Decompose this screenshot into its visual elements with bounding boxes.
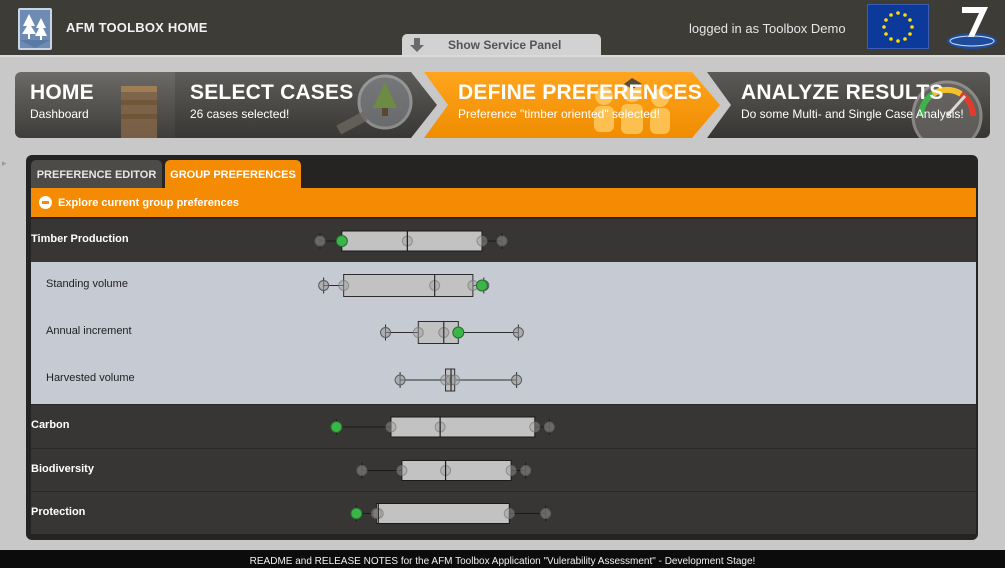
whisker-point	[496, 235, 508, 247]
boxplot-row[interactable]: Harvested volume	[31, 356, 976, 404]
whisker-point	[540, 508, 552, 519]
group-preferences-header-label: Explore current group preferences	[58, 197, 239, 209]
tab-preference-editor[interactable]: PREFERENCE EDITOR	[31, 160, 162, 188]
boxplot-row[interactable]: Protection	[31, 491, 976, 534]
boxplot-row[interactable]: Annual increment	[31, 309, 976, 356]
arrow-down-icon	[410, 38, 424, 52]
data-point	[338, 280, 350, 291]
wizard-define-subtitle: Preference "timber oriented" selected!	[458, 107, 660, 121]
data-point	[412, 327, 424, 338]
wood-stack-icon	[121, 86, 157, 138]
boxplot-row[interactable]: Biodiversity	[31, 448, 976, 491]
collapse-icon[interactable]	[39, 196, 52, 209]
data-point	[505, 465, 517, 476]
wizard-step-home[interactable]: HOME Dashboard	[15, 72, 175, 138]
login-status: logged in as Toolbox Demo	[689, 21, 846, 36]
selected-preference-marker	[350, 507, 363, 520]
whisker-point	[380, 327, 392, 338]
whisker-point	[356, 465, 368, 476]
boxplot	[318, 274, 490, 297]
app-title[interactable]: AFM TOOLBOX HOME	[66, 20, 208, 35]
boxplot	[380, 321, 524, 344]
box	[343, 274, 474, 297]
box	[401, 460, 512, 481]
boxplot	[350, 503, 552, 524]
side-panel-handle[interactable]: ▸	[2, 158, 7, 169]
selected-preference-marker	[335, 235, 348, 247]
selected-preference-marker	[330, 421, 343, 433]
whisker-point	[543, 421, 555, 433]
eu-flag-icon	[867, 4, 929, 49]
service-panel-toggle[interactable]: Show Service Panel	[402, 34, 601, 57]
boxplot	[330, 416, 555, 438]
footer-readme-link[interactable]: README and RELEASE NOTES for the AFM Too…	[0, 550, 1005, 568]
tree-shield-icon[interactable]	[18, 8, 52, 50]
whisker-point	[511, 374, 523, 386]
wizard-step-select-cases[interactable]: SELECT CASES 26 cases selected!	[175, 72, 437, 138]
wizard-nav: HOME Dashboard SELECT CASES 26 cases sel…	[15, 72, 990, 138]
boxplot-row[interactable]: Standing volume	[31, 262, 976, 309]
boxplot-row[interactable]: Timber Production	[31, 218, 976, 262]
wizard-define-title: DEFINE PREFERENCES	[458, 81, 702, 104]
wizard-analyze-title: ANALYZE RESULTS	[741, 81, 944, 104]
group-preferences-header[interactable]: Explore current group preferences	[31, 188, 976, 217]
wizard-analyze-subtitle: Do some Multi- and Single Case Analysis!	[741, 107, 964, 121]
service-panel-label: Show Service Panel	[448, 38, 562, 52]
boxplot	[314, 230, 508, 252]
wizard-step-analyze-results[interactable]: ANALYZE RESULTS Do some Multi- and Singl…	[707, 72, 990, 138]
data-point	[529, 421, 541, 433]
selected-preference-marker	[452, 326, 465, 339]
wizard-step-define-preferences[interactable]: DEFINE PREFERENCES Preference "timber or…	[424, 72, 720, 138]
box	[390, 416, 536, 438]
wizard-home-title: HOME	[30, 81, 94, 104]
data-point	[396, 465, 408, 476]
wizard-select-title: SELECT CASES	[190, 81, 354, 104]
boxplot-row[interactable]: Carbon	[31, 404, 976, 448]
data-point	[503, 508, 515, 519]
whisker-point	[512, 327, 524, 338]
whisker-point	[318, 280, 330, 291]
whisker-point	[394, 374, 406, 386]
box	[375, 503, 510, 524]
whisker-point	[520, 465, 532, 476]
fp7-logo-icon	[944, 3, 1000, 51]
boxplot	[394, 368, 523, 392]
data-point	[385, 421, 397, 433]
selected-preference-marker	[475, 279, 488, 292]
top-bar: AFM TOOLBOX HOME Show Service Panel logg…	[0, 0, 1005, 57]
boxplot	[356, 460, 532, 481]
wizard-select-subtitle: 26 cases selected!	[190, 107, 290, 121]
wizard-home-subtitle: Dashboard	[30, 107, 89, 121]
data-point	[476, 235, 488, 247]
tab-group-preferences[interactable]: GROUP PREFERENCES	[165, 160, 301, 188]
whisker-point	[314, 235, 326, 247]
